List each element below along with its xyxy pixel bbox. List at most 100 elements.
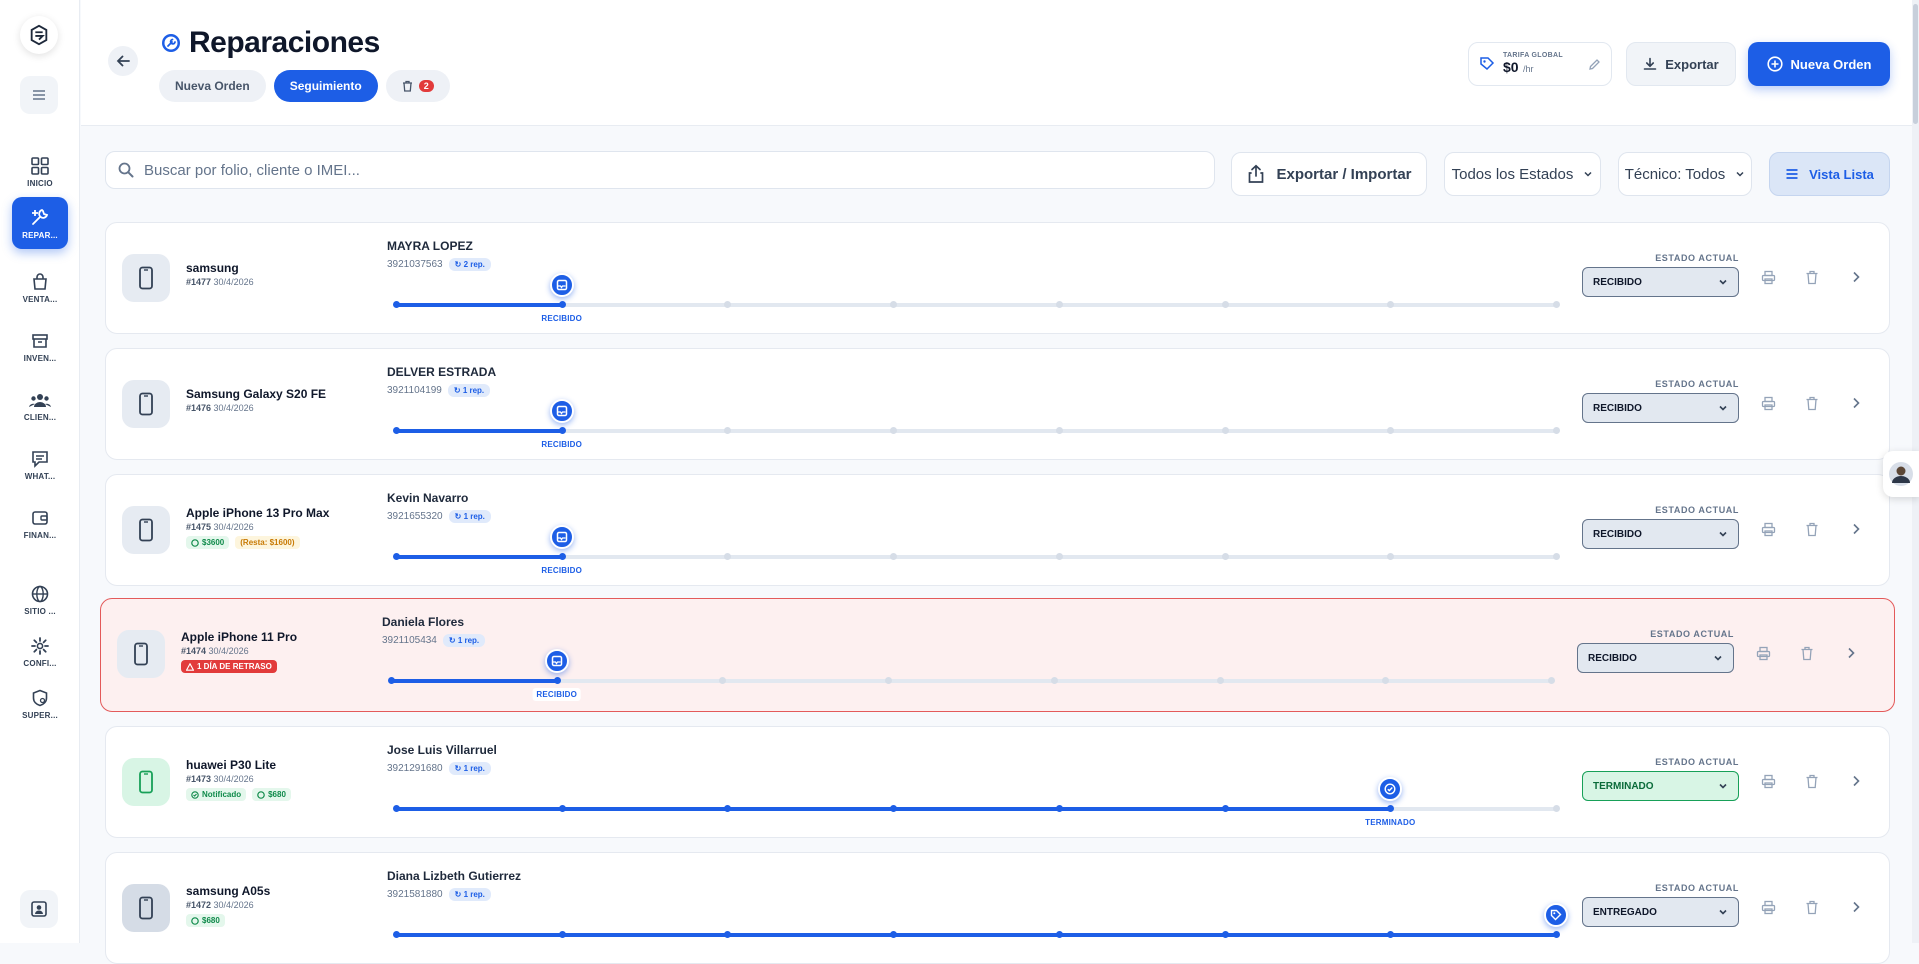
profile-card-button[interactable] bbox=[20, 890, 58, 928]
support-avatar[interactable] bbox=[1883, 451, 1919, 497]
delete-button[interactable] bbox=[1803, 520, 1821, 538]
client-name: Kevin Navarro bbox=[387, 491, 469, 505]
status-select[interactable]: RECIBIDO bbox=[1582, 519, 1739, 549]
open-order-button[interactable] bbox=[1847, 772, 1865, 790]
order-card[interactable]: Apple iPhone 11 Pro #1474 30/4/2026 1 DÍ… bbox=[100, 598, 1895, 712]
sidebar-item-super[interactable]: SUPER... bbox=[12, 678, 68, 730]
order-card[interactable]: samsung A05s #1472 30/4/2026 $680 Diana … bbox=[105, 852, 1890, 964]
stage-dot bbox=[724, 427, 732, 434]
status-select[interactable]: RECIBIDO bbox=[1582, 393, 1739, 423]
status-value: RECIBIDO bbox=[1588, 652, 1637, 664]
logo-icon bbox=[30, 24, 48, 46]
repair-count: 1 rep. bbox=[463, 512, 485, 521]
order-card[interactable]: samsung #1477 30/4/2026 MAYRA LOPEZ 3921… bbox=[105, 222, 1890, 334]
status-value: RECIBIDO bbox=[1593, 276, 1642, 288]
order-card[interactable]: huawei P30 Lite #1473 30/4/2026 Notifica… bbox=[105, 726, 1890, 838]
delete-button[interactable] bbox=[1803, 898, 1821, 916]
delete-button[interactable] bbox=[1803, 772, 1821, 790]
sidebar-item-ventas[interactable]: VENTA... bbox=[12, 262, 68, 314]
new-order-button[interactable]: Nueva Orden bbox=[1748, 42, 1890, 86]
status-select[interactable]: RECIBIDO bbox=[1577, 643, 1734, 673]
open-order-button[interactable] bbox=[1847, 898, 1865, 916]
sidebar-item-finanzas[interactable]: FINAN... bbox=[12, 498, 68, 550]
stage-dot bbox=[1050, 677, 1058, 684]
pencil-icon[interactable] bbox=[1588, 58, 1601, 71]
tab-nueva-orden[interactable]: Nueva Orden bbox=[159, 70, 266, 102]
order-card[interactable]: Apple iPhone 13 Pro Max #1475 30/4/2026 … bbox=[105, 474, 1890, 586]
open-order-button[interactable] bbox=[1847, 268, 1865, 286]
repair-count-badge: ↻ 1 rep. bbox=[448, 888, 491, 901]
print-button[interactable] bbox=[1759, 898, 1777, 916]
client-name: MAYRA LOPEZ bbox=[387, 239, 473, 253]
menu-toggle-button[interactable] bbox=[20, 76, 58, 114]
export-import-button[interactable]: Exportar / Importar bbox=[1231, 152, 1427, 196]
chip-text: (Resta: $1600) bbox=[240, 538, 295, 547]
chevron-right-icon bbox=[1853, 775, 1860, 787]
tab-papelera[interactable]: 2 bbox=[385, 70, 450, 102]
print-button[interactable] bbox=[1759, 772, 1777, 790]
stage-dot bbox=[890, 301, 898, 308]
print-button[interactable] bbox=[1759, 394, 1777, 412]
client-phone: 3921104199 bbox=[387, 385, 442, 396]
device-name: Samsung Galaxy S20 FE bbox=[186, 387, 327, 401]
sidebar-item-reparaciones[interactable]: REPAR... bbox=[12, 197, 68, 249]
delete-button[interactable] bbox=[1803, 394, 1821, 412]
progress-track: RECIBIDO bbox=[388, 649, 1555, 701]
device-name: huawei P30 Lite bbox=[186, 758, 277, 772]
sidebar-item-sitio[interactable]: SITIO ... bbox=[12, 574, 68, 626]
arrow-left-icon bbox=[116, 55, 130, 67]
stage-dot bbox=[393, 427, 400, 434]
warning-icon bbox=[186, 662, 194, 671]
print-button[interactable] bbox=[1759, 268, 1777, 286]
sidebar-item-whatsapp[interactable]: WHAT... bbox=[12, 439, 68, 491]
phone-icon bbox=[139, 770, 153, 794]
device-thumbnail bbox=[122, 758, 170, 806]
client-phone-row: 3921037563 ↻ 2 rep. bbox=[387, 258, 491, 271]
open-order-button[interactable] bbox=[1842, 644, 1860, 662]
list-view-button[interactable]: Vista Lista bbox=[1769, 152, 1890, 196]
tab-seguimiento[interactable]: Seguimiento bbox=[273, 70, 378, 102]
stage-dot bbox=[1221, 931, 1229, 938]
sidebar-item-clientes[interactable]: CLIEN... bbox=[12, 380, 68, 432]
status-section-label: ESTADO ACTUAL bbox=[1655, 757, 1739, 767]
status-select[interactable]: RECIBIDO bbox=[1582, 267, 1739, 297]
users-icon bbox=[29, 393, 51, 407]
stage-dot bbox=[558, 427, 566, 434]
print-button[interactable] bbox=[1754, 644, 1772, 662]
client-phone: 3921291680 bbox=[387, 763, 443, 774]
delete-button[interactable] bbox=[1798, 644, 1816, 662]
back-button[interactable] bbox=[108, 46, 138, 76]
delete-button[interactable] bbox=[1803, 268, 1821, 286]
app-logo[interactable] bbox=[20, 16, 58, 54]
stage-dot bbox=[1553, 553, 1560, 560]
status-select[interactable]: TERMINADO bbox=[1582, 771, 1739, 801]
sidebar-item-inicio[interactable]: INICIO bbox=[12, 146, 68, 198]
chip-text: Notificado bbox=[202, 790, 242, 799]
open-order-button[interactable] bbox=[1847, 520, 1865, 538]
chevron-right-icon bbox=[1853, 523, 1860, 535]
status-section: ESTADO ACTUAL RECIBIDO bbox=[1582, 505, 1739, 549]
global-rate-card[interactable]: TARIFA GLOBAL $0 /hr bbox=[1468, 42, 1612, 86]
device-name: Apple iPhone 11 Pro bbox=[181, 630, 298, 644]
sidebar-item-label: CONFI... bbox=[23, 658, 57, 668]
print-button[interactable] bbox=[1759, 520, 1777, 538]
status-filter-select[interactable]: Todos los Estados bbox=[1444, 152, 1601, 196]
search-input[interactable]: Buscar por folio, cliente o IMEI... bbox=[105, 151, 1215, 189]
chip-text: $3600 bbox=[202, 538, 225, 547]
client-name: Diana Lizbeth Gutierrez bbox=[387, 869, 522, 883]
status-select[interactable]: ENTREGADO bbox=[1582, 897, 1739, 927]
technician-filter-select[interactable]: Técnico: Todos bbox=[1618, 152, 1752, 196]
order-card[interactable]: Samsung Galaxy S20 FE #1476 30/4/2026 DE… bbox=[105, 348, 1890, 460]
order-meta: #1472 30/4/2026 bbox=[186, 900, 270, 910]
stage-dot bbox=[724, 301, 732, 308]
export-button[interactable]: Exportar bbox=[1626, 42, 1736, 86]
trash-icon bbox=[1806, 774, 1818, 788]
open-order-button[interactable] bbox=[1847, 394, 1865, 412]
scrollbar-thumb[interactable] bbox=[1913, 4, 1918, 124]
printer-icon bbox=[1761, 396, 1775, 410]
sidebar-item-configuracion[interactable]: CONFI... bbox=[12, 626, 68, 678]
trash-icon bbox=[1806, 522, 1818, 536]
export-button-label: Exportar bbox=[1665, 56, 1719, 72]
printer-icon bbox=[1761, 522, 1775, 536]
sidebar-item-inventario[interactable]: INVEN... bbox=[12, 321, 68, 373]
